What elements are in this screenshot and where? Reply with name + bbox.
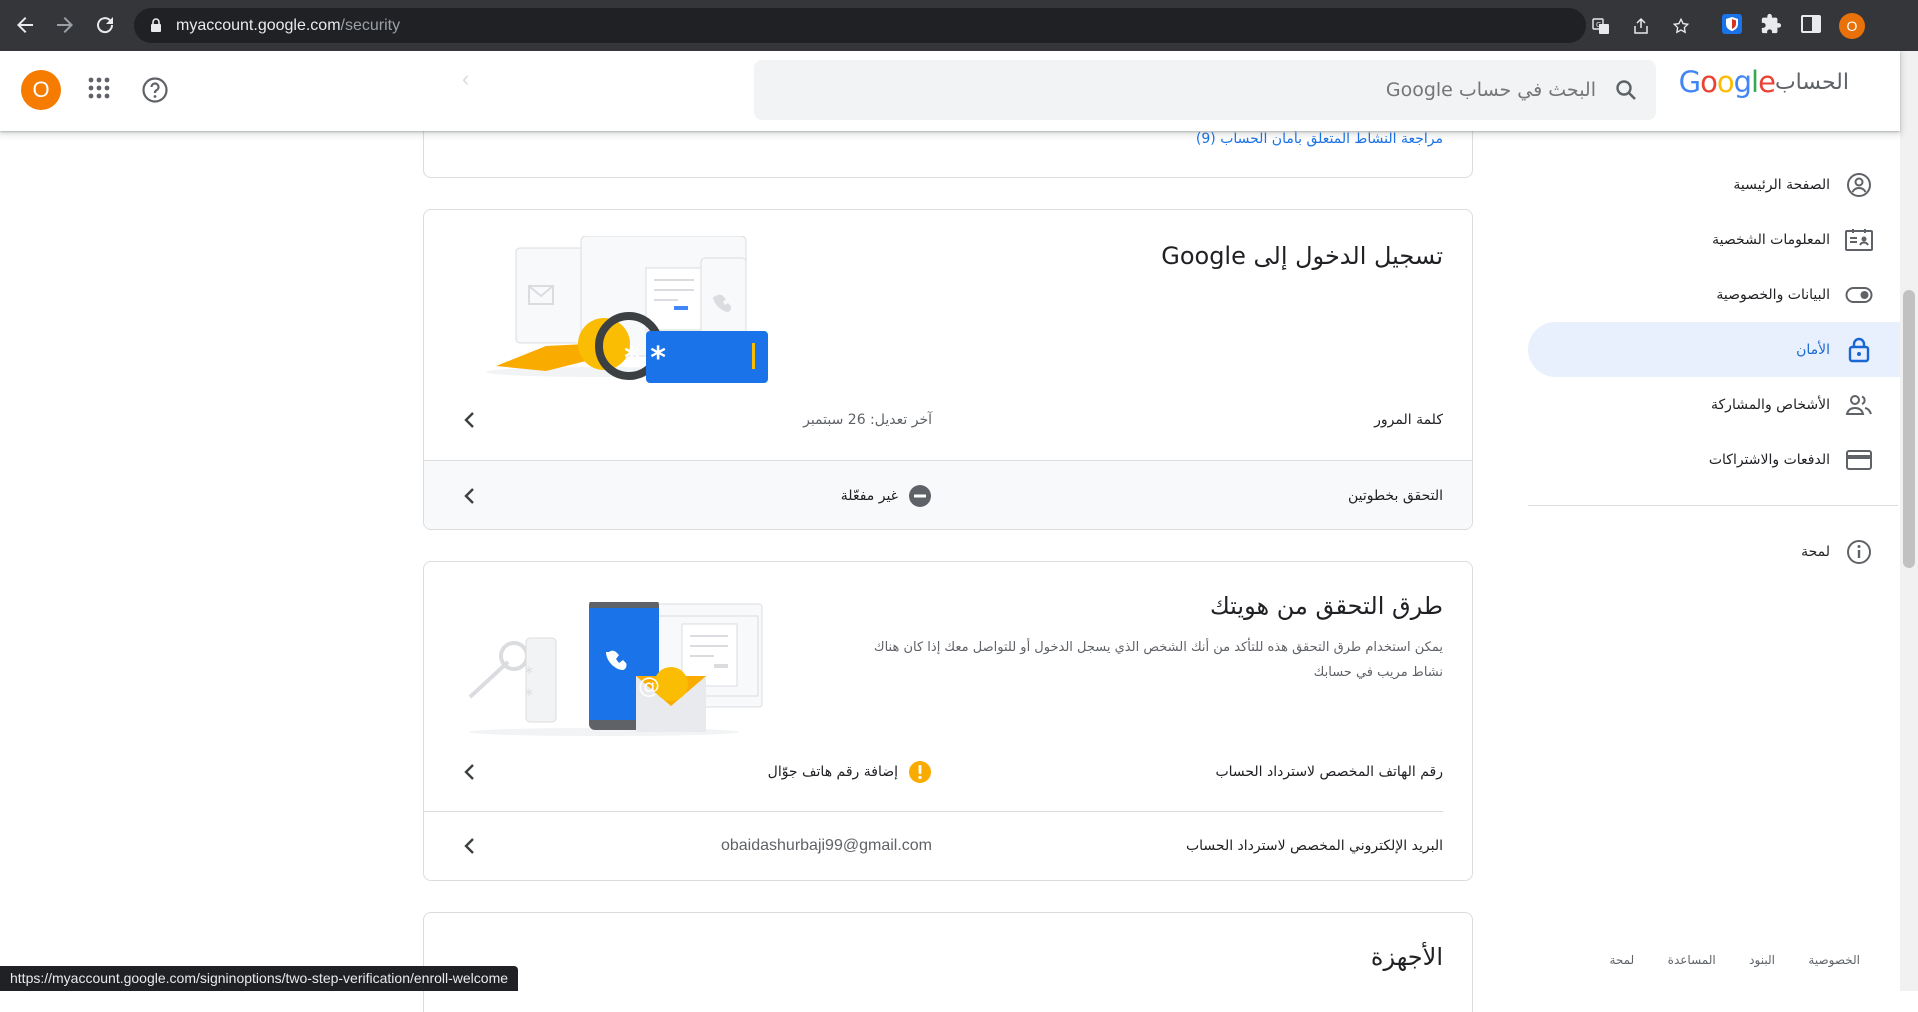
url-text: myaccount.google.com/security (176, 17, 401, 34)
translate-icon[interactable]: G (1592, 17, 1610, 35)
home-icon (1830, 172, 1888, 198)
recovery-phone-status: إضافة رقم هاتف جوّال (768, 760, 932, 784)
sidebar-item-home[interactable]: الصفحة الرئيسية (1528, 157, 1898, 212)
account-search[interactable] (754, 60, 1656, 120)
minus-circle-icon (908, 484, 932, 508)
recovery-phone-row[interactable]: رقم الهاتف المخصص لاسترداد الحساب إضافة … (424, 737, 1472, 807)
side-navigation: الصفحة الرئيسية المعلومات الشخصية البيان… (1528, 157, 1918, 579)
recovery-email-label: البريد الإلكتروني المخصص لاسترداد الحساب (1185, 838, 1443, 854)
search-input[interactable] (896, 60, 1596, 120)
review-security-activity-link[interactable]: مراجعة النشاط المتعلق بأمان الحساب (9) (1196, 131, 1443, 147)
sidebar-item-personal-info[interactable]: المعلومات الشخصية (1528, 212, 1898, 267)
footer-about-link[interactable]: لمحة (1609, 953, 1634, 967)
id-card-icon (1830, 228, 1888, 252)
brand-product-name: الحساب (1774, 69, 1849, 95)
search-icon (1614, 78, 1638, 102)
status-bar-url: https://myaccount.google.com/signinoptio… (0, 966, 519, 991)
card-title: تسجيل الدخول إلى Google (1161, 242, 1443, 270)
two-step-status: غير مفعّلة (841, 484, 932, 508)
sidebar-item-label: لمحة (1801, 543, 1830, 560)
sidebar-item-people-sharing[interactable]: الأشخاص والمشاركة (1528, 377, 1898, 432)
two-step-label: التحقق بخطوتين (1347, 487, 1443, 504)
browser-toolbar: myaccount.google.com/security G O (0, 0, 1918, 51)
address-bar[interactable]: myaccount.google.com/security G (134, 8, 1690, 43)
nav-divider (1528, 505, 1898, 506)
card-description: يمكن استخدام طرق التحقق هذه للتأكد من أن… (873, 640, 1443, 680)
sidebar-item-label: المعلومات الشخصية (1712, 231, 1830, 248)
apps-grid-icon[interactable] (88, 77, 110, 99)
back-arrow-icon[interactable] (13, 13, 37, 37)
chevron-left-icon: ‹ (462, 66, 470, 91)
sidebar-item-label: الصفحة الرئيسية (1733, 176, 1830, 193)
scrollbar-thumb[interactable] (1903, 290, 1915, 568)
chevron-left-icon (458, 484, 482, 508)
lock-icon (1830, 337, 1888, 363)
google-logo: Google (1678, 65, 1776, 99)
sidebar-item-label: البيانات والخصوصية (1716, 286, 1830, 303)
svg-text:* *: * * (624, 341, 666, 376)
share-icon[interactable] (1632, 17, 1650, 35)
sidebar-item-label: الأشخاص والمشاركة (1711, 396, 1830, 413)
page-scrollbar[interactable] (1900, 51, 1918, 991)
account-avatar[interactable]: O (21, 70, 61, 110)
info-icon (1830, 539, 1888, 565)
sidebar-item-data-privacy[interactable]: البيانات والخصوصية (1528, 267, 1898, 322)
add-phone-text: إضافة رقم هاتف جوّال (767, 764, 898, 780)
toggle-icon (1830, 286, 1888, 304)
reload-icon[interactable] (93, 13, 117, 37)
card-title: طرق التحقق من هويتك (1209, 592, 1443, 620)
chevron-left-icon (458, 408, 482, 432)
lock-icon (150, 18, 162, 32)
app-header: O ‹ Googleالحساب (0, 51, 1900, 131)
password-last-changed: آخر تعديل: 26 سبتمبر (803, 412, 932, 428)
sidebar-item-payments[interactable]: الدفعات والاشتراكات (1528, 432, 1898, 487)
password-label: كلمة المرور (1374, 412, 1443, 428)
extension-shield-icon[interactable] (1721, 13, 1743, 35)
footer-links: الخصوصية البنود المساعدة لمحة (1580, 951, 1860, 969)
warning-icon (908, 760, 932, 784)
card-icon (1830, 449, 1888, 470)
verification-methods-card: طرق التحقق من هويتك يمكن استخدام طرق الت… (423, 561, 1473, 881)
help-icon[interactable] (141, 76, 169, 104)
two-step-status-text: غير مفعّلة (840, 487, 898, 504)
signin-illustration: * * (476, 236, 776, 386)
devices-card: الأجهزة (423, 912, 1473, 1012)
sidebar-item-about[interactable]: لمحة (1528, 524, 1898, 579)
people-icon (1830, 394, 1888, 416)
two-step-verification-row[interactable]: التحقق بخطوتين غير مفعّلة (424, 460, 1472, 529)
side-panel-icon[interactable] (1800, 13, 1822, 35)
sidebar-item-security[interactable]: الأمان (1528, 322, 1918, 377)
chevron-left-icon (458, 760, 482, 784)
recovery-phone-label: رقم الهاتف المخصص لاسترداد الحساب (1215, 764, 1443, 780)
google-account-brand[interactable]: Googleالحساب (1679, 65, 1855, 115)
sidebar-item-label: الدفعات والاشتراكات (1708, 451, 1830, 468)
password-row[interactable]: كلمة المرور آخر تعديل: 26 سبتمبر (424, 385, 1472, 455)
extensions-puzzle-icon[interactable] (1760, 13, 1782, 35)
svg-text:G: G (1596, 21, 1601, 29)
recovery-email-value: obaidashurbaji99@gmail.com (720, 837, 932, 854)
bookmark-star-icon[interactable] (1672, 17, 1690, 35)
chevron-left-icon (458, 834, 482, 858)
footer-terms-link[interactable]: البنود (1749, 953, 1775, 967)
svg-text:*: * (525, 663, 533, 682)
svg-text:@: @ (638, 674, 660, 699)
recovery-email-row[interactable]: البريد الإلكتروني المخصص لاسترداد الحساب… (424, 811, 1472, 880)
footer-privacy-link[interactable]: الخصوصية (1808, 953, 1860, 967)
signin-card: تسجيل الدخول إلى Google * * كلمة المرور … (423, 209, 1473, 530)
browser-profile-avatar[interactable]: O (1839, 13, 1865, 39)
verification-illustration: * * @ (464, 602, 764, 737)
footer-help-link[interactable]: المساعدة (1668, 953, 1716, 967)
svg-text:*: * (525, 685, 533, 704)
forward-arrow-icon[interactable] (53, 13, 77, 37)
sidebar-item-label: الأمان (1796, 341, 1830, 358)
card-title: الأجهزة (1370, 943, 1443, 971)
